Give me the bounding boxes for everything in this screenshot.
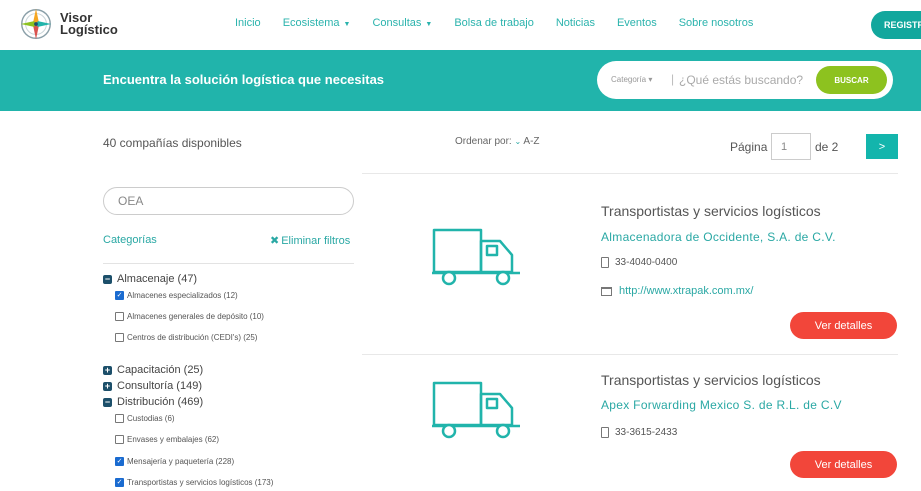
- page-total: de 2: [815, 140, 839, 154]
- clear-filters-link[interactable]: ✖ Eliminar filtros: [270, 234, 350, 247]
- nav-bolsa-label: Bolsa de trabajo: [454, 17, 534, 29]
- subcategory-label: Centros de distribución (CEDI's) (25): [127, 333, 258, 342]
- company-category: Transportistas y servicios logísticos: [601, 372, 821, 388]
- site-logo[interactable]: Visor Logístico: [17, 5, 118, 43]
- sort-control[interactable]: Ordenar por: ⌄ A-Z: [455, 136, 540, 147]
- checkbox-checked[interactable]: ✓: [115, 478, 124, 487]
- company-phone: 33-4040-0400: [601, 257, 677, 268]
- nav-inicio-label: Inicio: [235, 17, 261, 29]
- nav-consultas[interactable]: Consultas ▼: [372, 17, 432, 29]
- company-category: Transportistas y servicios logísticos: [601, 203, 821, 219]
- nav-ecosistema[interactable]: Ecosistema ▼: [283, 17, 351, 29]
- nav-bolsa-de-trabajo[interactable]: Bolsa de trabajo: [454, 17, 534, 29]
- category-consultoria[interactable]: + Consultoría (149): [103, 380, 202, 392]
- phone-icon: [601, 427, 609, 438]
- phone-number: 33-4040-0400: [615, 257, 678, 268]
- category-label: Consultoría (149): [117, 380, 202, 392]
- subcategory-label: Almacenes generales de depósito (10): [127, 312, 264, 321]
- divider: [362, 354, 898, 355]
- nav-noticias[interactable]: Noticias: [556, 17, 595, 29]
- view-details-button[interactable]: Ver detalles: [790, 451, 897, 478]
- category-label: Almacenaje (47): [117, 273, 198, 285]
- subcategory-item[interactable]: Custodias (6): [115, 414, 175, 423]
- view-details-button[interactable]: Ver detalles: [790, 312, 897, 339]
- company-name[interactable]: Apex Forwarding Mexico S. de R.L. de C.V: [601, 398, 842, 412]
- search-input[interactable]: [679, 71, 813, 89]
- company-name[interactable]: Almacenadora de Occidente, S.A. de C.V.: [601, 230, 836, 244]
- subcategory-label: Almacenes especializados (12): [127, 291, 238, 300]
- page-label: Página: [730, 140, 768, 154]
- category-almacenaje[interactable]: − Almacenaje (47): [103, 273, 197, 285]
- subcategory-item[interactable]: ✓ Almacenes especializados (12): [115, 291, 238, 300]
- subcategory-item[interactable]: ✓ Transportistas y servicios logísticos (…: [115, 478, 273, 487]
- phone-number: 33-3615-2433: [615, 427, 678, 438]
- subcategory-label: Mensajería y paquetería (228): [127, 457, 235, 466]
- truck-icon: [432, 381, 520, 439]
- register-button[interactable]: REGISTRA: [871, 11, 921, 39]
- subcategory-label: Envases y embalajes (62): [127, 435, 220, 444]
- results-count: 40 compañías disponibles: [103, 136, 242, 150]
- category-dropdown[interactable]: Categoría ▾: [611, 75, 652, 84]
- search-button[interactable]: BUSCAR: [816, 66, 887, 94]
- search-banner: Encuentra la solución logística que nece…: [0, 50, 921, 111]
- company-phone: 33-3615-2433: [601, 427, 677, 438]
- caret-down-icon: ▼: [343, 21, 351, 28]
- subcategory-label: Transportistas y servicios logísticos (1…: [127, 478, 274, 487]
- checkbox[interactable]: [115, 414, 124, 423]
- brand-line-2: Logístico: [60, 22, 118, 37]
- subcategory-label: Custodias (6): [127, 414, 175, 423]
- banner-title: Encuentra la solución logística que nece…: [103, 72, 385, 87]
- checkbox[interactable]: [115, 333, 124, 342]
- sort-label: Ordenar por:: [455, 136, 512, 147]
- search-box: Categoría ▾ | BUSCAR: [597, 61, 893, 99]
- nav-sobre-nosotros[interactable]: Sobre nosotros: [679, 17, 754, 29]
- expand-icon[interactable]: +: [103, 381, 112, 391]
- caret-down-icon: ▼: [425, 21, 433, 28]
- company-website[interactable]: http://www.xtrapak.com.mx/: [601, 285, 753, 297]
- category-capacitacion[interactable]: + Capacitación (25): [103, 364, 203, 376]
- next-page-button[interactable]: >: [866, 134, 898, 159]
- main-nav: Inicio Ecosistema ▼ Consultas ▼ Bolsa de t…: [235, 17, 775, 29]
- checkbox[interactable]: [115, 312, 124, 321]
- categories-heading: Categorías: [103, 234, 157, 246]
- category-label: Capacitación (25): [117, 364, 204, 376]
- search-divider: |: [671, 72, 675, 86]
- collapse-icon[interactable]: −: [103, 397, 112, 407]
- nav-eventos[interactable]: Eventos: [617, 17, 657, 29]
- nav-noticias-label: Noticias: [555, 17, 595, 29]
- close-icon: ✖: [270, 235, 280, 247]
- divider: [362, 173, 898, 174]
- divider: [103, 263, 354, 264]
- keyword-filter-input[interactable]: OEA: [103, 187, 354, 215]
- clear-filters-label: Eliminar filtros: [281, 235, 351, 247]
- website-url: http://www.xtrapak.com.mx/: [619, 285, 754, 297]
- brand-name: Visor Logístico: [60, 11, 118, 37]
- phone-icon: [601, 257, 609, 268]
- category-distribucion[interactable]: − Distribución (469): [103, 396, 203, 408]
- browser-icon: [601, 286, 612, 296]
- checkbox-checked[interactable]: ✓: [115, 457, 124, 466]
- subcategory-item[interactable]: ✓ Mensajería y paquetería (228): [115, 457, 234, 466]
- nav-eventos-label: Eventos: [616, 17, 657, 29]
- subcategory-item[interactable]: Centros de distribución (CEDI's) (25): [115, 333, 257, 342]
- nav-inicio[interactable]: Inicio: [235, 17, 261, 29]
- compass-logo-icon: [20, 8, 52, 40]
- nav-consultas-label: Consultas: [372, 17, 422, 29]
- subcategory-item[interactable]: Almacenes generales de depósito (10): [115, 312, 264, 321]
- expand-icon[interactable]: +: [103, 365, 112, 375]
- category-label: Distribución (469): [117, 396, 204, 408]
- checkbox-checked[interactable]: ✓: [115, 291, 124, 300]
- subcategory-item[interactable]: Envases y embalajes (62): [115, 435, 219, 444]
- nav-ecosistema-label: Ecosistema: [282, 17, 340, 29]
- nav-sobre-label: Sobre nosotros: [678, 17, 754, 29]
- chevron-down-icon: ⌄: [514, 137, 522, 146]
- sort-value: A-Z: [523, 136, 540, 147]
- collapse-icon[interactable]: −: [103, 274, 112, 284]
- checkbox[interactable]: [115, 435, 124, 444]
- keyword-value: OEA: [118, 194, 144, 208]
- page-number-input[interactable]: [771, 133, 811, 160]
- truck-icon: [432, 228, 520, 286]
- top-navbar: Visor Logístico Inicio Ecosistema ▼ Consu…: [0, 0, 921, 50]
